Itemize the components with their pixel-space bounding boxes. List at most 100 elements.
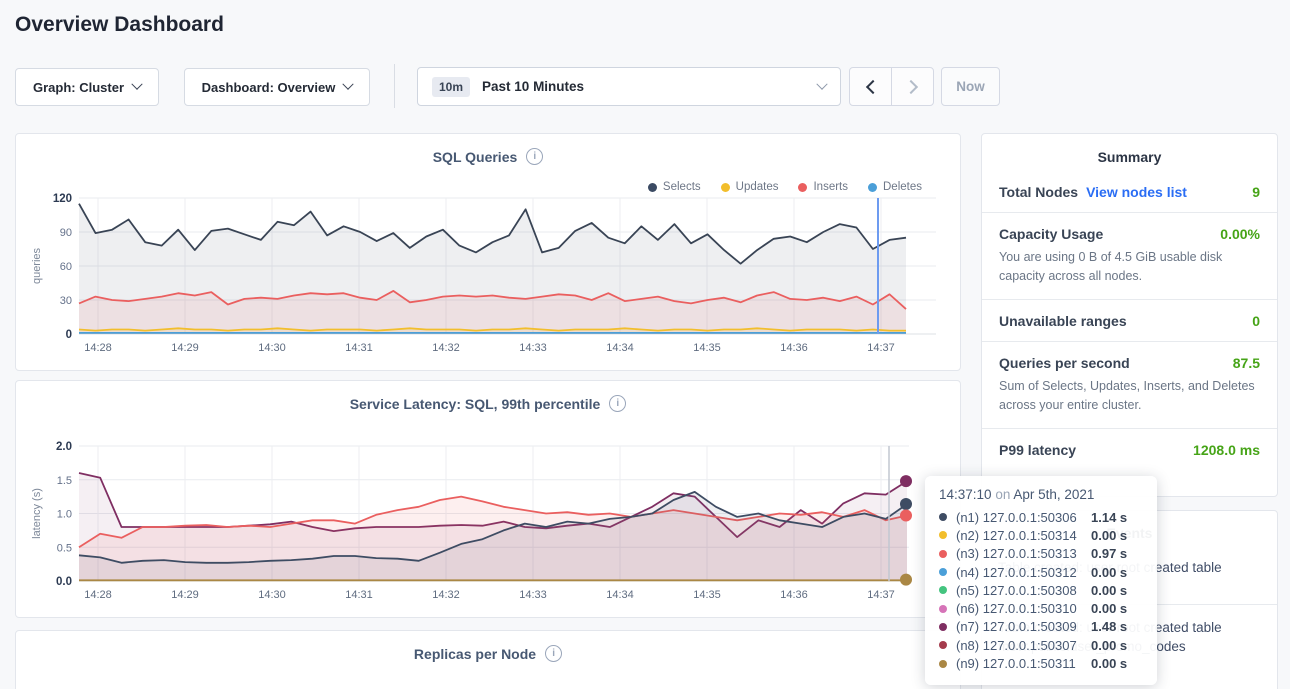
time-nav-button-group [849,67,934,106]
tooltip-node-address: (n5) 127.0.0.1:50308 [956,583,1091,598]
legend-dot-icon [798,183,807,192]
tooltip-node-row: (n2) 127.0.0.1:503140.00 s [939,526,1143,544]
svg-text:14:29: 14:29 [171,342,199,354]
svg-text:14:36: 14:36 [780,589,808,601]
summary-row: Capacity Usage 0.00% You are using 0 B of … [982,213,1277,300]
tooltip-node-address: (n1) 127.0.0.1:50306 [956,510,1091,525]
tooltip-node-address: (n2) 127.0.0.1:50314 [956,528,1091,543]
graph-dropdown[interactable]: Graph: Cluster [15,68,159,106]
dashboard-dropdown-label: Dashboard: Overview [202,80,336,95]
tooltip-node-value: 0.00 s [1091,638,1143,653]
summary-row-value: 87.5 [1233,355,1260,371]
time-range-label: Past 10 Minutes [482,79,806,94]
svg-text:0.0: 0.0 [56,576,72,588]
summary-row: Queries per second87.5Sum of Selects, Up… [982,342,1277,429]
time-range-badge: 10m [432,77,470,97]
svg-text:14:31: 14:31 [345,589,373,601]
svg-text:120: 120 [53,193,72,205]
summary-row-label: Unavailable ranges [999,313,1127,329]
svg-text:14:37: 14:37 [867,589,895,601]
sql-queries-chart-title: SQL Queries [433,149,518,165]
summary-row-value: 0.00% [1220,226,1260,242]
tooltip-node-row: (n3) 127.0.0.1:503130.97 s [939,545,1143,563]
sql-queries-plot[interactable]: 030609012014:2814:2914:3014:3114:3214:33… [16,134,960,370]
tooltip-node-row: (n6) 127.0.0.1:503100.00 s [939,599,1143,617]
tooltip-node-address: (n4) 127.0.0.1:50312 [956,565,1091,580]
tooltip-node-row: (n7) 127.0.0.1:503091.48 s [939,618,1143,636]
legend-item-deletes[interactable]: Deletes [868,181,922,193]
tooltip-node-row: (n5) 127.0.0.1:503080.00 s [939,581,1143,599]
summary-row-value: 1208.0 ms [1193,442,1260,458]
svg-text:1.0: 1.0 [57,509,72,521]
time-range-picker[interactable]: 10m Past 10 Minutes [417,67,841,106]
service-latency-chart-title: Service Latency: SQL, 99th percentile [350,396,601,412]
tooltip-node-row: (n9) 127.0.0.1:503110.00 s [939,654,1143,672]
summary-row: Total Nodes View nodes list 9 [982,171,1277,213]
legend-label: Inserts [813,181,848,193]
svg-text:14:36: 14:36 [780,342,808,354]
summary-row-label: Queries per second [999,355,1130,371]
summary-row-value: 9 [1252,184,1260,200]
dashboard-dropdown[interactable]: Dashboard: Overview [184,68,370,106]
replicas-per-node-chart-title: Replicas per Node [414,646,536,662]
legend-item-selects[interactable]: Selects [648,181,701,193]
toolbar-divider [394,64,395,108]
tooltip-node-value: 1.48 s [1091,619,1143,634]
svg-text:14:32: 14:32 [432,342,460,354]
service-latency-chart-card: 0.00.51.01.52.014:2814:2914:3014:3114:32… [15,380,961,618]
page-title: Overview Dashboard [15,13,224,37]
tooltip-node-value: 0.00 s [1091,601,1143,616]
summary-panel: Summary Total NodesView nodes list9Capac… [981,133,1278,497]
now-button[interactable]: Now [941,67,1000,106]
chart-hover-tooltip: 14:37:10 on Apr 5th, 2021 (n1) 127.0.0.1… [925,476,1157,685]
view-nodes-list-link[interactable]: View nodes list [1086,184,1187,200]
tooltip-node-value: 0.00 s [1091,583,1143,598]
node-color-dot-icon [939,531,947,539]
info-icon[interactable]: i [609,395,626,412]
y-axis-label: queries [31,247,43,284]
tooltip-node-value: 0.00 s [1091,528,1143,543]
legend-dot-icon [868,183,877,192]
svg-text:2.0: 2.0 [56,441,72,453]
summary-row-label: Capacity Usage [999,226,1103,242]
sql-queries-legend: Selects Updates Inserts Deletes [648,181,922,193]
info-icon[interactable]: i [545,645,562,662]
summary-row-subtext: You are using 0 B of 4.5 GiB usable disk… [999,248,1260,287]
tooltip-node-address: (n9) 127.0.0.1:50311 [956,656,1091,671]
svg-text:14:33: 14:33 [519,342,547,354]
tooltip-node-address: (n6) 127.0.0.1:50310 [956,601,1091,616]
svg-text:14:28: 14:28 [84,342,112,354]
tooltip-node-row: (n8) 127.0.0.1:503070.00 s [939,636,1143,654]
svg-text:1.5: 1.5 [57,475,72,487]
summary-row-label: Total Nodes [999,184,1078,200]
overview-dashboard-page: Overview Dashboard Graph: Cluster Dashbo… [0,0,1290,689]
tooltip-node-address: (n3) 127.0.0.1:50313 [956,546,1091,561]
prev-time-button[interactable] [850,68,891,105]
node-color-dot-icon [939,605,947,613]
tooltip-node-value: 0.97 s [1091,546,1143,561]
svg-text:14:30: 14:30 [258,589,286,601]
service-latency-plot[interactable]: 0.00.51.01.52.014:2814:2914:3014:3114:32… [16,381,960,617]
summary-row-value: 0 [1252,313,1260,329]
svg-text:0.5: 0.5 [57,542,72,554]
svg-text:14:32: 14:32 [432,589,460,601]
next-time-button[interactable] [891,68,933,105]
chevron-down-icon [343,79,354,90]
tooltip-node-value: 0.00 s [1091,656,1143,671]
tooltip-node-row: (n4) 127.0.0.1:503120.00 s [939,563,1143,581]
chevron-down-icon [816,78,827,89]
chevron-down-icon [131,79,142,90]
legend-item-inserts[interactable]: Inserts [798,181,848,193]
summary-row: P99 latency1208.0 ms [982,429,1277,470]
node-color-dot-icon [939,641,947,649]
chevron-right-icon [903,79,917,93]
info-icon[interactable]: i [526,148,543,165]
chevron-left-icon [865,79,879,93]
svg-text:60: 60 [60,261,72,273]
legend-dot-icon [648,183,657,192]
svg-text:14:30: 14:30 [258,342,286,354]
svg-text:14:35: 14:35 [693,589,721,601]
node-color-dot-icon [939,586,947,594]
tooltip-node-row: (n1) 127.0.0.1:503061.14 s [939,508,1143,526]
legend-item-updates[interactable]: Updates [721,181,779,193]
